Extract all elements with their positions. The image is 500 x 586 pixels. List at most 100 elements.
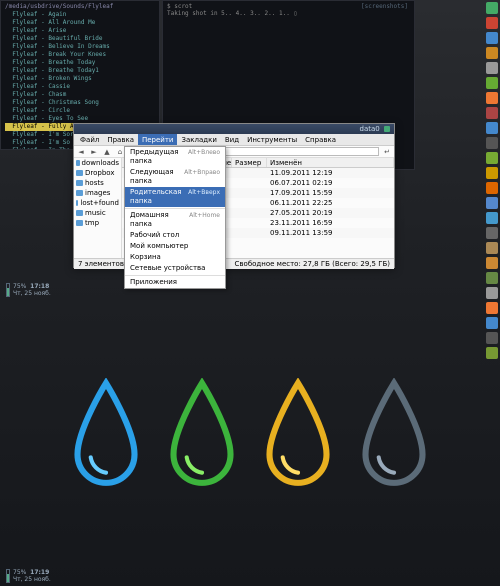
col-date[interactable]: Изменён bbox=[267, 158, 394, 167]
dropdown-item[interactable]: Домашняя папкаAlt+Home bbox=[125, 210, 225, 230]
statusbar: 7 элементов(2 скрыто) Свободное место: 2… bbox=[74, 258, 394, 269]
clock-widget-1: 75% 17:18 Чт, 25 нояб. bbox=[6, 283, 51, 297]
sidebar-item[interactable]: images bbox=[74, 188, 121, 198]
dock-app-icon[interactable] bbox=[486, 152, 498, 164]
dock-app-icon[interactable] bbox=[486, 257, 498, 269]
battery-pct: 75% bbox=[13, 569, 26, 576]
folder-icon bbox=[76, 220, 83, 226]
dock-app-icon[interactable] bbox=[486, 332, 498, 344]
go-menu-dropdown[interactable]: Предыдущая папкаAlt+ВлевоСледующая папка… bbox=[124, 146, 226, 289]
clock-time: 17:18 bbox=[30, 283, 49, 290]
cursor-icon: ▯ bbox=[293, 10, 297, 17]
folder-icon bbox=[76, 200, 78, 206]
folder-icon bbox=[76, 170, 83, 176]
playlist-item[interactable]: Flyleaf - Cassie bbox=[5, 83, 155, 91]
sidebar[interactable]: downloadsDropboxhostsimageslost+foundmus… bbox=[74, 158, 122, 258]
dock-app-icon[interactable] bbox=[486, 17, 498, 29]
menu-item[interactable]: Инструменты bbox=[243, 134, 301, 145]
playlist-item[interactable]: Flyleaf - Circle bbox=[5, 107, 155, 115]
dock-app-icon[interactable] bbox=[486, 62, 498, 74]
titlebar[interactable]: data0 bbox=[74, 124, 394, 134]
dock-app-icon[interactable] bbox=[486, 197, 498, 209]
dropdown-item[interactable]: Сетевые устройства bbox=[125, 263, 225, 274]
dock-app-icon[interactable] bbox=[486, 227, 498, 239]
sidebar-item[interactable]: hosts bbox=[74, 178, 121, 188]
dock-app-icon[interactable] bbox=[486, 32, 498, 44]
dock-app-icon[interactable] bbox=[486, 77, 498, 89]
status-right: Свободное место: 27,8 ГБ (Всего: 29,5 ГБ… bbox=[235, 259, 390, 269]
dock-app-icon[interactable] bbox=[486, 347, 498, 359]
clock-time: 17:19 bbox=[30, 569, 49, 576]
dock-app-icon[interactable] bbox=[486, 242, 498, 254]
menu-item[interactable]: Правка bbox=[103, 134, 138, 145]
menu-item[interactable]: Справка bbox=[301, 134, 340, 145]
dropdown-item[interactable]: Приложения bbox=[125, 277, 225, 288]
sidebar-item[interactable]: music bbox=[74, 208, 121, 218]
playlist-item[interactable]: Flyleaf - Christmas Song bbox=[5, 99, 155, 107]
sidebar-item[interactable]: tmp bbox=[74, 218, 121, 228]
forward-button[interactable]: ► bbox=[89, 147, 99, 157]
playlist-item[interactable]: Flyleaf - Eyes To See bbox=[5, 115, 155, 123]
dropdown-item[interactable]: Предыдущая папкаAlt+Влево bbox=[125, 147, 225, 167]
sidebar-item[interactable]: Dropbox bbox=[74, 168, 121, 178]
go-button[interactable]: ↵ bbox=[382, 147, 392, 157]
menu-item[interactable]: Вид bbox=[221, 134, 243, 145]
up-button[interactable]: ▲ bbox=[102, 147, 112, 157]
playlist-item[interactable]: Flyleaf - Breathe Today bbox=[5, 59, 155, 67]
dock[interactable] bbox=[484, 2, 500, 359]
dock-app-icon[interactable] bbox=[486, 212, 498, 224]
playlist-item[interactable]: Flyleaf - Chasm bbox=[5, 91, 155, 99]
back-button[interactable]: ◄ bbox=[76, 147, 86, 157]
playlist-item[interactable]: Flyleaf - Arise bbox=[5, 27, 155, 35]
dock-app-icon[interactable] bbox=[486, 2, 498, 14]
window-title: data0 bbox=[360, 125, 380, 133]
toolbar: ◄ ► ▲ ⌂ ↵ bbox=[74, 146, 394, 158]
clock-date: Чт, 25 нояб. bbox=[13, 290, 51, 297]
folder-icon bbox=[76, 180, 83, 186]
drop-yellow bbox=[257, 378, 339, 490]
dock-app-icon[interactable] bbox=[486, 167, 498, 179]
dock-app-icon[interactable] bbox=[486, 107, 498, 119]
dock-app-icon[interactable] bbox=[486, 92, 498, 104]
dock-app-icon[interactable] bbox=[486, 302, 498, 314]
drop-blue bbox=[65, 378, 147, 490]
dock-app-icon[interactable] bbox=[486, 47, 498, 59]
dock-app-icon[interactable] bbox=[486, 122, 498, 134]
dock-app-icon[interactable] bbox=[486, 287, 498, 299]
folder-icon bbox=[76, 160, 80, 166]
playlist-item[interactable]: Flyleaf - Breathe Today1 bbox=[5, 67, 155, 75]
folder-icon bbox=[76, 190, 83, 196]
playlist-item[interactable]: Flyleaf - Again bbox=[5, 11, 155, 19]
file-manager-window[interactable]: data0 ФайлПравкаПерейтиЗакладкиВидИнстру… bbox=[73, 123, 395, 268]
menu-item[interactable]: Перейти bbox=[138, 134, 178, 145]
dropdown-item[interactable]: Рабочий стол bbox=[125, 230, 225, 241]
dock-app-icon[interactable] bbox=[486, 137, 498, 149]
dropdown-item[interactable]: Следующая папкаAlt+Вправо bbox=[125, 167, 225, 187]
dropdown-item[interactable]: Корзина bbox=[125, 252, 225, 263]
dropdown-item[interactable]: Мой компьютер bbox=[125, 241, 225, 252]
sidebar-item[interactable]: downloads bbox=[74, 158, 121, 168]
battery-pct: 75% bbox=[13, 283, 26, 290]
dropdown-item[interactable]: Родительская папкаAlt+Вверх bbox=[125, 187, 225, 207]
folder-icon bbox=[76, 210, 83, 216]
playlist-item[interactable]: Flyleaf - Beautiful Bride bbox=[5, 35, 155, 43]
menu-item[interactable]: Закладки bbox=[177, 134, 220, 145]
dock-app-icon[interactable] bbox=[486, 272, 498, 284]
workspace-tag: [screenshots] bbox=[361, 3, 408, 10]
playlist-item[interactable]: Flyleaf - Believe In Dreams bbox=[5, 43, 155, 51]
sidebar-item[interactable]: lost+found bbox=[74, 198, 121, 208]
menubar[interactable]: ФайлПравкаПерейтиЗакладкиВидИнструментыС… bbox=[74, 134, 394, 146]
playlist-item[interactable]: Flyleaf - Break Your Knees bbox=[5, 51, 155, 59]
menu-item[interactable]: Файл bbox=[76, 134, 103, 145]
window-control-icon[interactable] bbox=[384, 126, 390, 132]
playlist-item[interactable]: Flyleaf - Broken Wings bbox=[5, 75, 155, 83]
battery-icon bbox=[6, 283, 10, 297]
wallpaper-drops bbox=[0, 378, 500, 490]
dock-app-icon[interactable] bbox=[486, 317, 498, 329]
drop-grey bbox=[353, 378, 435, 490]
clock-date: Чт, 25 нояб. bbox=[13, 576, 51, 583]
playlist-item[interactable]: Flyleaf - All Around Me bbox=[5, 19, 155, 27]
scrot-msg: Taking shot in 5.. 4.. 3.. 2.. 1.. bbox=[167, 10, 293, 17]
dock-app-icon[interactable] bbox=[486, 182, 498, 194]
col-size[interactable]: Размер bbox=[232, 158, 267, 167]
